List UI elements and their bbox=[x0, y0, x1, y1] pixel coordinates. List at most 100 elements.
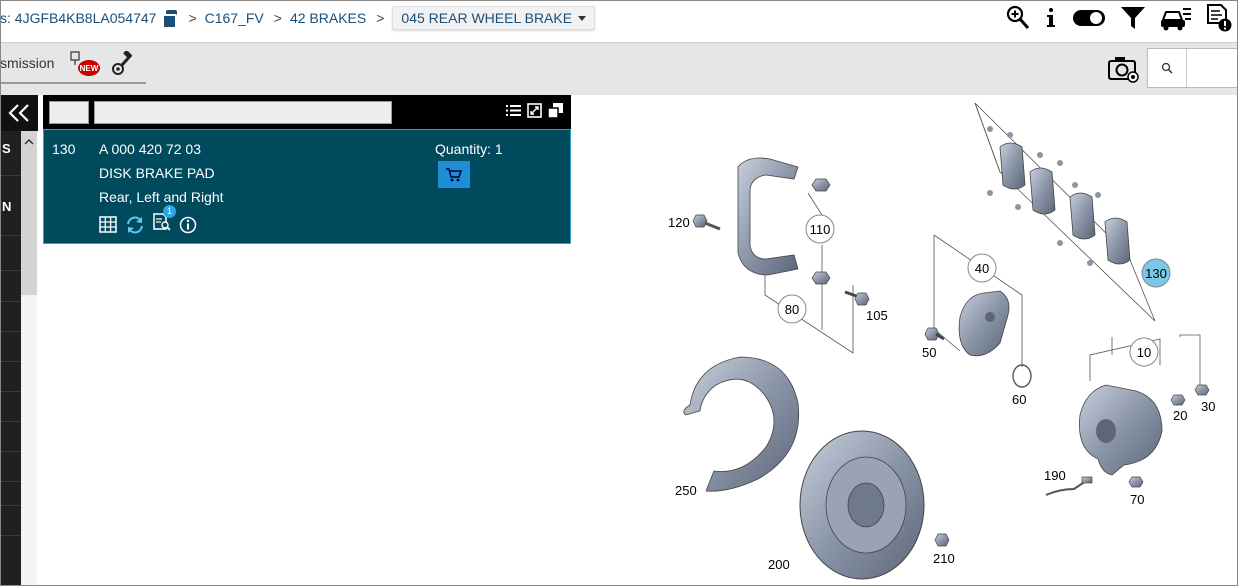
callout-30[interactable]: 30 bbox=[1201, 399, 1215, 414]
strip-letter-n[interactable]: N bbox=[2, 199, 11, 214]
info-icon[interactable] bbox=[1044, 4, 1058, 32]
notes-count-badge: 1 bbox=[163, 205, 176, 218]
callout-200[interactable]: 200 bbox=[768, 557, 790, 572]
dust-shield-part-250[interactable] bbox=[683, 356, 800, 492]
breadcrumb-separator: > bbox=[188, 10, 197, 26]
screw-part-210[interactable] bbox=[934, 533, 950, 547]
brake-pad-frame bbox=[974, 102, 1156, 322]
info-circle-icon[interactable] bbox=[179, 216, 197, 234]
scroll-up-button[interactable] bbox=[21, 131, 37, 151]
secondary-toolbar: smission NEW bbox=[0, 43, 1238, 95]
zoom-in-icon[interactable] bbox=[1006, 4, 1030, 32]
callout-50[interactable]: 50 bbox=[922, 345, 936, 360]
scrollbar-thumb[interactable] bbox=[21, 131, 37, 295]
callout-210[interactable]: 210 bbox=[933, 551, 955, 566]
strip-divider bbox=[0, 535, 21, 536]
position-filter-input[interactable] bbox=[49, 101, 89, 124]
notes-button[interactable]: 1 bbox=[153, 205, 176, 236]
callout-40[interactable]: 40 bbox=[967, 253, 997, 283]
double-chevron-left-icon bbox=[8, 104, 29, 122]
callout-190[interactable]: 190 bbox=[1044, 468, 1066, 483]
search-input[interactable] bbox=[1188, 49, 1237, 87]
svg-text:200: 200 bbox=[768, 557, 790, 572]
svg-text:80: 80 bbox=[785, 302, 799, 317]
part-position: 130 bbox=[52, 141, 76, 157]
svg-text:120: 120 bbox=[668, 215, 690, 230]
part-quantity: Quantity: 1 bbox=[435, 141, 503, 157]
screw-part-20[interactable] bbox=[1170, 394, 1186, 406]
refresh-icon[interactable] bbox=[125, 216, 145, 234]
strip-divider bbox=[0, 451, 21, 452]
svg-text:20: 20 bbox=[1173, 408, 1187, 423]
callout-10[interactable]: 10 bbox=[1129, 337, 1159, 367]
part-name: DISK BRAKE PAD bbox=[99, 165, 215, 181]
document-alert-icon[interactable] bbox=[1206, 3, 1232, 33]
bolt-part-120[interactable] bbox=[692, 214, 721, 231]
new-parts-icon[interactable]: NEW bbox=[70, 51, 100, 77]
brake-pads-part-130[interactable] bbox=[987, 126, 1131, 266]
filter-icon[interactable] bbox=[1120, 4, 1146, 32]
seal-ring-part-60[interactable] bbox=[1012, 364, 1032, 388]
strip-divider bbox=[0, 361, 21, 362]
callout-250[interactable]: 250 bbox=[675, 483, 697, 498]
strip-divider bbox=[0, 481, 21, 482]
search-box bbox=[1147, 48, 1238, 88]
bolt-part-50[interactable] bbox=[924, 327, 945, 341]
bolt-part-105[interactable] bbox=[844, 290, 870, 306]
svg-text:40: 40 bbox=[975, 261, 989, 276]
part-row-selected[interactable]: 130 A 000 420 72 03 DISK BRAKE PAD Rear,… bbox=[43, 129, 571, 244]
svg-text:105: 105 bbox=[866, 308, 888, 323]
new-window-icon[interactable] bbox=[548, 103, 563, 118]
collapse-panel-button[interactable] bbox=[0, 95, 38, 131]
part-description: Rear, Left and Right bbox=[99, 189, 224, 205]
part-number: A 000 420 72 03 bbox=[99, 141, 201, 157]
exploded-parts-diagram: 120 110 80 105 40 50 60 130 10 20 30 250… bbox=[668, 102, 1215, 580]
brake-caliper-part-40[interactable] bbox=[958, 290, 1010, 357]
callout-60[interactable]: 60 bbox=[1012, 392, 1026, 407]
new-badge-text: NEW bbox=[80, 64, 99, 73]
svg-text:110: 110 bbox=[810, 222, 831, 237]
bolts-icon[interactable] bbox=[110, 51, 134, 77]
strip-divider bbox=[0, 331, 21, 332]
tab-transmission[interactable]: smission NEW bbox=[0, 43, 146, 84]
breadcrumb-subgroup-dropdown[interactable]: 045 REAR WHEEL BRAKE bbox=[392, 6, 596, 30]
add-to-cart-button[interactable] bbox=[438, 161, 470, 188]
vehicle-info-icon[interactable] bbox=[1160, 4, 1192, 32]
svg-text:70: 70 bbox=[1130, 492, 1144, 507]
strip-divider bbox=[0, 270, 21, 271]
list-view-icon[interactable] bbox=[506, 103, 521, 118]
top-bar: s: 4JGFB4KB8LA054747 > C167_FV > 42 BRAK… bbox=[0, 0, 1238, 43]
panel-header-icons bbox=[506, 103, 563, 118]
callout-105[interactable]: 105 bbox=[866, 308, 888, 323]
svg-text:130: 130 bbox=[1145, 266, 1167, 281]
search-icon bbox=[1161, 62, 1173, 74]
brake-disc-part-200[interactable] bbox=[799, 430, 925, 580]
breadcrumb: s: 4JGFB4KB8LA054747 > C167_FV > 42 BRAK… bbox=[0, 6, 596, 30]
caliper-carrier-part-80[interactable] bbox=[737, 157, 799, 276]
callout-70[interactable]: 70 bbox=[1130, 492, 1144, 507]
callout-130-highlighted[interactable]: 130 bbox=[1141, 258, 1171, 288]
breadcrumb-group[interactable]: 42 BRAKES bbox=[290, 10, 366, 26]
strip-divider bbox=[0, 421, 21, 422]
wheel-carrier-part-10[interactable] bbox=[1079, 384, 1163, 476]
expand-icon[interactable] bbox=[527, 103, 542, 118]
search-button[interactable] bbox=[1148, 49, 1187, 87]
breadcrumb-model[interactable]: C167_FV bbox=[205, 10, 264, 26]
strip-divider bbox=[0, 235, 21, 236]
table-icon[interactable] bbox=[99, 216, 117, 233]
callout-120[interactable]: 120 bbox=[668, 215, 690, 230]
part-filter-input[interactable] bbox=[94, 101, 392, 124]
toggle-icon[interactable] bbox=[1072, 4, 1106, 32]
parts-panel-header bbox=[43, 95, 571, 129]
callout-110[interactable]: 110 bbox=[805, 214, 835, 244]
camera-icon[interactable] bbox=[1107, 55, 1141, 83]
screw-part-30[interactable] bbox=[1194, 384, 1210, 396]
screw-part-70[interactable] bbox=[1128, 476, 1144, 488]
breadcrumb-vin[interactable]: s: 4JGFB4KB8LA054747 bbox=[0, 10, 156, 26]
svg-text:50: 50 bbox=[922, 345, 936, 360]
callout-20[interactable]: 20 bbox=[1173, 408, 1187, 423]
callout-80[interactable]: 80 bbox=[777, 294, 807, 324]
strip-letter-s[interactable]: S bbox=[2, 141, 11, 156]
parts-scrollbar[interactable] bbox=[21, 131, 37, 586]
copy-icon[interactable] bbox=[162, 10, 178, 29]
